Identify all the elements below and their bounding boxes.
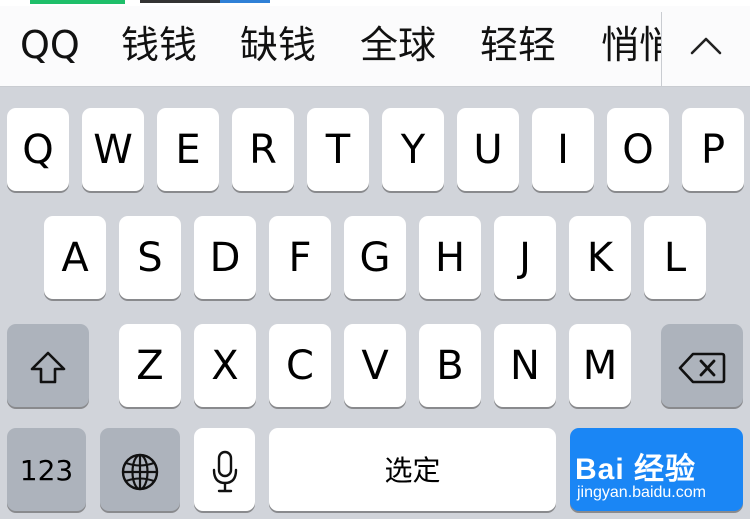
- key-r[interactable]: R: [232, 108, 294, 191]
- globe-key[interactable]: [100, 428, 180, 511]
- text-field-fragment: [30, 0, 125, 4]
- key-y[interactable]: Y: [382, 108, 444, 191]
- numbers-key[interactable]: 123: [7, 428, 86, 511]
- shift-arrow-icon: [30, 351, 66, 384]
- candidate-queqian[interactable]: 缺钱: [240, 6, 316, 86]
- key-p[interactable]: P: [682, 108, 744, 191]
- key-b[interactable]: B: [419, 324, 481, 407]
- key-q[interactable]: Q: [7, 108, 69, 191]
- key-x[interactable]: X: [194, 324, 256, 407]
- space-key[interactable]: 选定: [269, 428, 556, 511]
- shift-key[interactable]: [7, 324, 89, 407]
- key-j[interactable]: J: [494, 216, 556, 299]
- key-l[interactable]: L: [644, 216, 706, 299]
- key-z[interactable]: Z: [119, 324, 181, 407]
- microphone-icon: [212, 450, 237, 493]
- key-d[interactable]: D: [194, 216, 256, 299]
- key-a[interactable]: A: [44, 216, 106, 299]
- candidate-bar: QQ 钱钱 缺钱 全球 轻轻 悄悄: [0, 6, 750, 87]
- key-t[interactable]: T: [307, 108, 369, 191]
- key-n[interactable]: N: [494, 324, 556, 407]
- backspace-icon: [678, 352, 726, 384]
- chevron-up-icon: [690, 37, 722, 55]
- key-h[interactable]: H: [419, 216, 481, 299]
- candidate-quanqiu[interactable]: 全球: [360, 6, 436, 86]
- candidate-qingqing[interactable]: 轻轻: [480, 6, 556, 86]
- expand-candidates-button[interactable]: [662, 6, 750, 86]
- candidate-qianqian[interactable]: 钱钱: [121, 6, 197, 86]
- globe-icon: [121, 453, 159, 491]
- key-k[interactable]: K: [569, 216, 631, 299]
- key-f[interactable]: F: [269, 216, 331, 299]
- candidate-qq[interactable]: QQ: [20, 6, 80, 86]
- key-v[interactable]: V: [344, 324, 406, 407]
- key-o[interactable]: O: [607, 108, 669, 191]
- key-g[interactable]: G: [344, 216, 406, 299]
- text-field-fragment: [220, 0, 270, 3]
- key-i[interactable]: I: [532, 108, 594, 191]
- key-e[interactable]: E: [157, 108, 219, 191]
- key-c[interactable]: C: [269, 324, 331, 407]
- key-u[interactable]: U: [457, 108, 519, 191]
- return-key[interactable]: [570, 428, 743, 511]
- microphone-key[interactable]: [194, 428, 255, 511]
- text-field-fragment: [140, 0, 220, 3]
- key-m[interactable]: M: [569, 324, 631, 407]
- key-s[interactable]: S: [119, 216, 181, 299]
- key-w[interactable]: W: [82, 108, 144, 191]
- delete-key[interactable]: [661, 324, 743, 407]
